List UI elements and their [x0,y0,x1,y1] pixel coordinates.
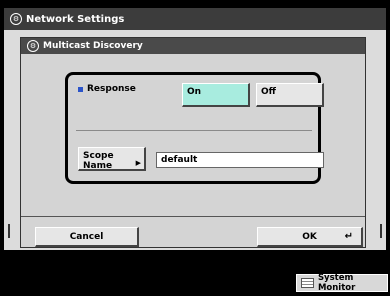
ok-button[interactable]: OK ↵ [257,227,363,247]
window-title: Network Settings [26,13,125,25]
system-monitor-label: System Monitor [317,273,356,293]
network-icon: ⚙ [27,40,39,52]
system-monitor-button[interactable]: System Monitor [296,273,388,293]
response-on-label: On [187,87,202,97]
network-icon: ⚙ [10,13,22,25]
footer-divider [21,216,365,217]
response-label-text: Response [87,84,136,94]
divider [76,130,312,131]
cancel-label: Cancel [69,231,104,242]
dialog-title-bar: ⚙ Multicast Discovery [21,38,365,54]
scope-name-value: default [161,155,198,165]
cancel-button[interactable]: Cancel [35,227,139,247]
window-title-bar: ⚙ Network Settings [4,8,386,30]
status-bar: System Monitor [0,270,390,296]
bullet-icon [78,86,83,92]
settings-group: Response On Off Scope Name ▶ default [65,72,324,184]
response-off-label: Off [261,87,276,97]
enter-icon: ↵ [344,231,353,242]
monitor-icon [301,278,314,288]
right-edge-mark [380,224,382,238]
response-on-button[interactable]: On [182,83,250,107]
left-edge-mark [8,224,10,238]
dialog-title: Multicast Discovery [43,41,143,51]
screen: ⚙ Network Settings ⚙ Multicast Discovery… [0,0,390,296]
multicast-discovery-dialog: ⚙ Multicast Discovery Response On Off Sc… [20,37,366,248]
arrow-right-icon: ▶ [135,159,141,167]
scope-name-field: default [156,152,324,168]
response-off-button[interactable]: Off [256,83,324,107]
scope-name-button[interactable]: Scope Name ▶ [78,147,146,171]
ok-label: OK [302,231,317,242]
response-label: Response [78,84,136,94]
